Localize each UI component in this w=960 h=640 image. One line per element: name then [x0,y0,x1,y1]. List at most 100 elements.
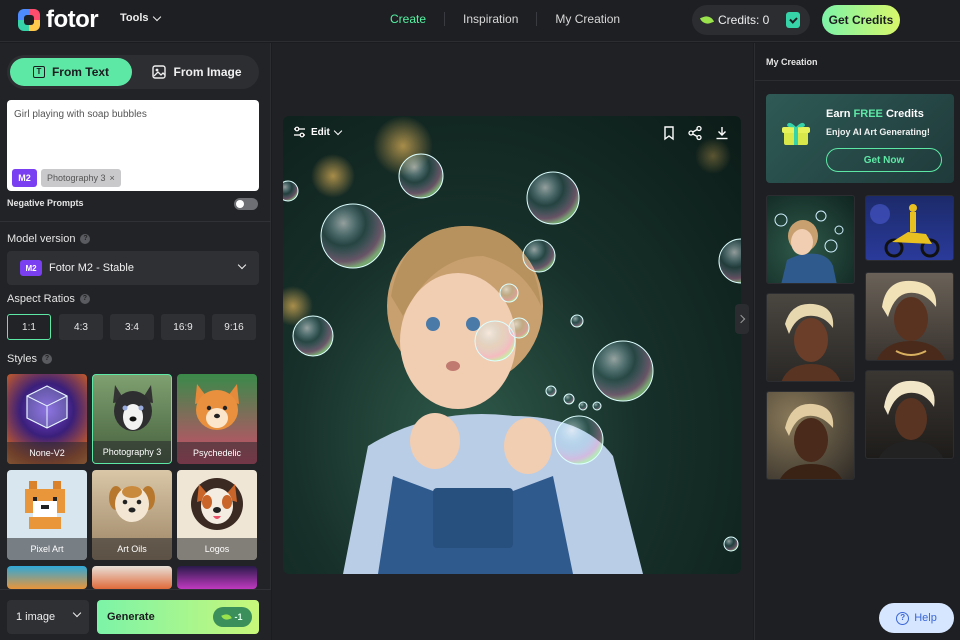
style-card-pixel-art[interactable]: Pixel Art [7,470,87,560]
generate-cost-value: -1 [234,612,243,622]
style-card-more[interactable] [92,566,172,589]
ratio-4-3[interactable]: 4:3 [59,314,103,340]
creation-thumbnail[interactable] [766,293,855,382]
help-icon[interactable]: ? [80,234,91,244]
negative-prompts-toggle[interactable] [234,198,258,210]
leaf-icon [221,612,233,622]
generated-image[interactable]: Edit [283,116,741,574]
model-version-select[interactable]: M2 Fotor M2 - Stable [7,251,259,285]
generate-button[interactable]: Generate -1 [97,600,259,634]
pixel-corgi-icon [25,481,65,529]
chevron-down-icon [72,608,82,618]
ratio-3-4[interactable]: 3:4 [110,314,154,340]
collapse-panel-handle[interactable] [735,304,749,334]
my-creation-title: My Creation [766,57,818,67]
portrait-thumbnail [876,280,946,360]
portrait-thumbnail [780,403,842,479]
free-credits-promo: Earn FREE Credits Enjoy AI Art Generatin… [766,94,954,183]
style-card-more[interactable] [177,566,257,589]
share-icon[interactable] [687,125,703,141]
style-label: Pixel Art [7,538,87,560]
get-now-button[interactable]: Get Now [826,148,942,172]
download-icon[interactable] [714,125,730,141]
generate-label: Generate [107,611,155,623]
gift-icon [782,122,810,145]
generate-cost-badge: -1 [213,607,252,627]
promo-earn: Earn [826,108,851,120]
ratio-1-1[interactable]: 1:1 [7,314,51,340]
divider [0,221,271,222]
creation-thumbnail[interactable] [865,195,954,261]
shiba-icon [195,384,239,430]
motorcycle-thumbnail [870,204,940,258]
styles-label: Styles [7,353,37,365]
promo-title: Earn FREE Credits [826,108,924,120]
ratio-9-16[interactable]: 9:16 [212,314,256,340]
bookmark-icon[interactable] [661,125,677,141]
puppy-icon [109,486,155,522]
prompt-input[interactable]: Girl playing with soap bubbles M2 Photog… [7,100,259,191]
left-panel: T From Text From Image Girl playing with… [0,43,271,640]
creation-thumbnail[interactable] [766,391,855,480]
model-version-value: Fotor M2 - Stable [49,262,134,274]
credits-display[interactable]: Credits: 0 [692,5,810,35]
nav-my-creation[interactable]: My Creation [537,12,638,26]
edit-menu[interactable]: Edit [293,126,343,138]
chevron-down-icon [333,126,343,135]
help-icon[interactable]: ? [41,354,52,364]
style-label: Psychedelic [177,442,257,464]
aspect-ratios-heading: Aspect Ratios ? [7,293,90,305]
tab-from-image-label: From Image [173,65,242,79]
image-count-value: 1 image [16,611,56,623]
chevron-down-icon [237,260,247,270]
fotor-logo-icon [18,9,40,31]
girl-bubbles-thumbnail [774,210,844,283]
credits-label: Credits: 0 [718,13,770,27]
right-panel: My Creation Earn FREE Credits Enjoy AI A… [754,43,960,640]
style-label: None-V2 [7,442,87,464]
style-label: Art Oils [92,538,172,560]
help-button[interactable]: ? Help [879,603,954,633]
tools-menu[interactable]: Tools [120,12,161,24]
dog-icon [113,385,153,431]
generate-bar: 1 image Generate -1 [0,589,271,640]
styles-heading: Styles ? [7,353,52,365]
prompt-text[interactable]: Girl playing with soap bubbles [14,109,147,120]
tab-from-text[interactable]: T From Text [10,58,132,86]
help-icon[interactable]: ? [79,294,90,304]
model-tag: M2 [20,260,42,276]
nav-inspiration[interactable]: Inspiration [445,12,536,26]
style-card-logos[interactable]: Logos [177,470,257,560]
credits-task-icon[interactable] [786,12,800,28]
style-card-more[interactable] [7,566,87,589]
ratio-16-9[interactable]: 16:9 [161,314,205,340]
logo-text: fotor [46,6,99,33]
creation-thumbnail[interactable] [865,272,954,361]
style-card-photography-3[interactable]: Photography 3 [92,374,172,464]
prompt-model-tag: M2 [12,169,37,187]
nav-create[interactable]: Create [372,12,444,26]
creation-thumbnail[interactable] [766,195,855,284]
tab-from-text-label: From Text [51,65,110,79]
negative-prompts-label: Negative Prompts [7,198,84,208]
style-card-psychedelic[interactable]: Psychedelic [177,374,257,464]
glass-cube-icon [26,385,68,429]
style-card-none-v2[interactable]: None-V2 [7,374,87,464]
model-version-label: Model version [7,233,76,245]
style-card-art-oils[interactable]: Art Oils [92,470,172,560]
tools-label: Tools [120,12,149,24]
divider [755,80,960,81]
promo-subtitle: Enjoy AI Art Generating! [826,127,930,137]
tab-from-image[interactable]: From Image [138,58,256,86]
fotor-logo[interactable]: fotor [18,6,99,33]
style-label: Photography 3 [93,441,171,463]
get-credits-button[interactable]: Get Credits [822,5,900,35]
creation-thumbnail[interactable] [865,370,954,459]
close-icon[interactable]: × [110,173,115,183]
image-count-select[interactable]: 1 image [7,600,89,634]
logo-dog-icon [191,478,243,530]
portrait-thumbnail [879,380,943,458]
prompt-style-tag-label: Photography 3 [47,173,106,183]
prompt-style-tag[interactable]: Photography 3 × [41,169,121,187]
help-label: Help [914,612,937,624]
